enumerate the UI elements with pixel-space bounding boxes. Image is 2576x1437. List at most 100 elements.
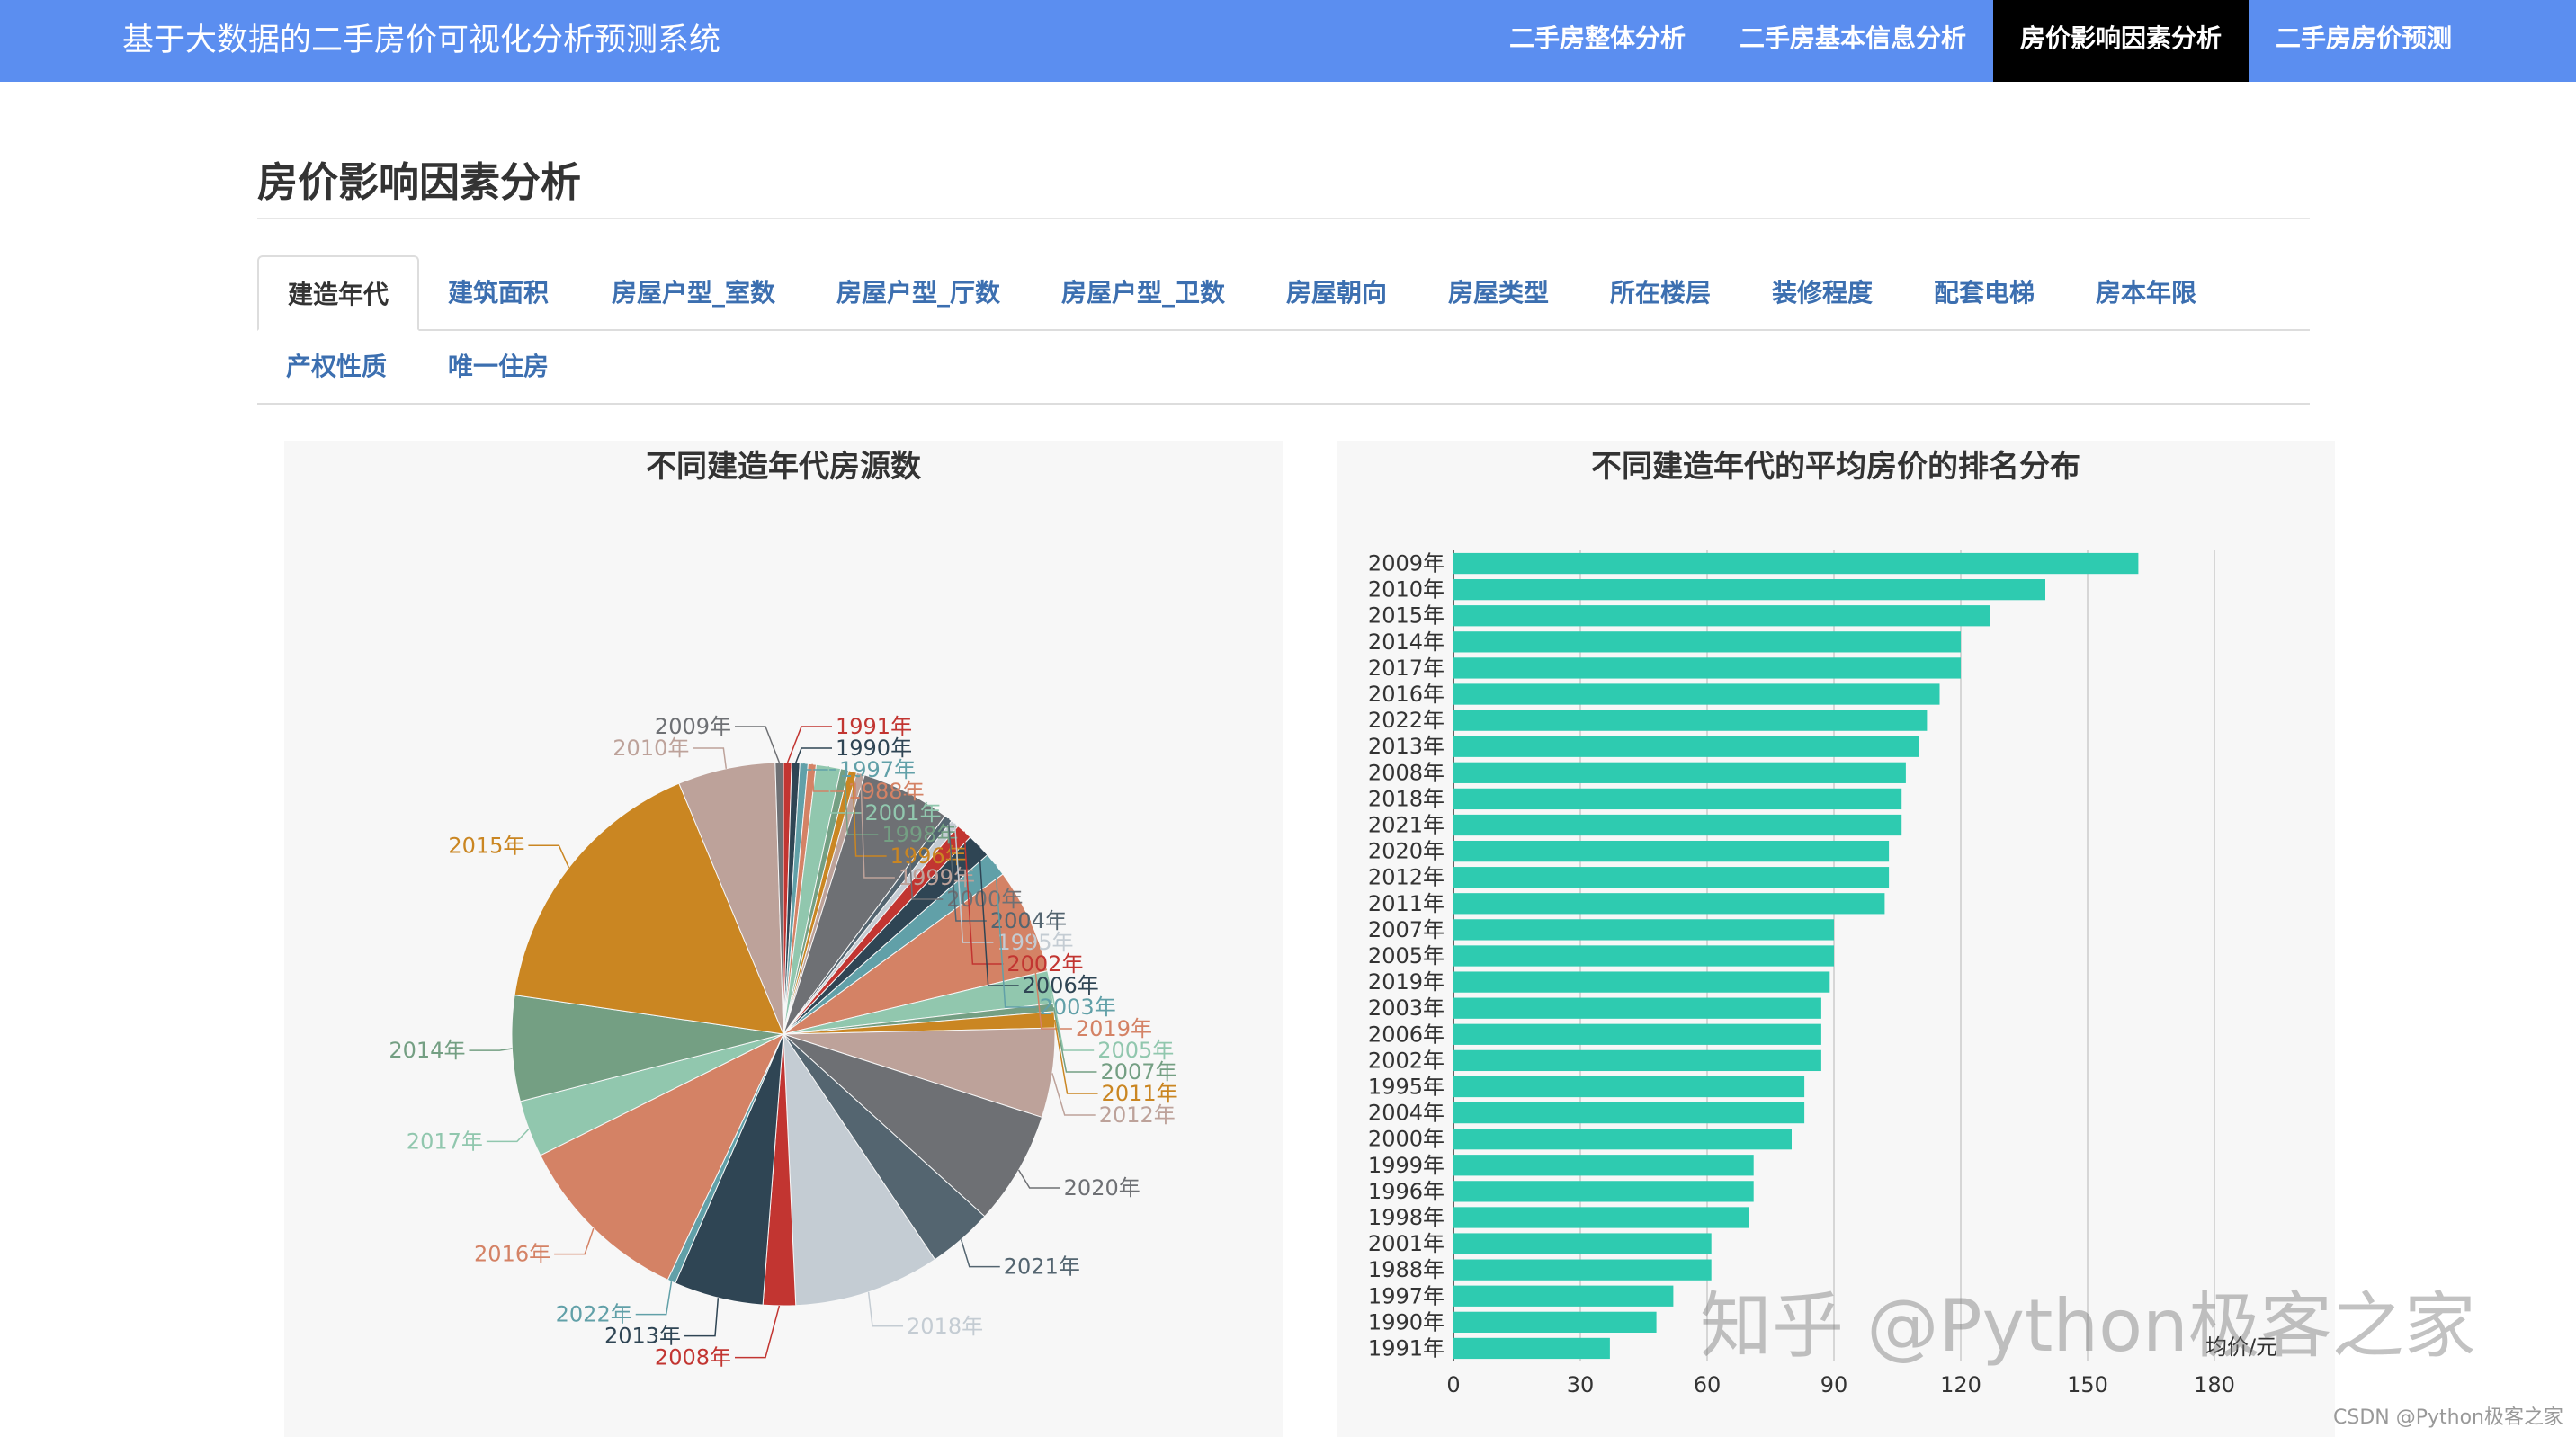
y-category-label: 1990年 (1368, 1309, 1445, 1334)
y-category-label: 2001年 (1368, 1231, 1445, 1256)
bar[interactable] (1453, 1207, 1749, 1228)
pie-chart-panel: 不同建造年代房源数 1991年 1990年 1997年 1988年 2001年 1998年… (284, 441, 1283, 1437)
bar[interactable] (1453, 1155, 1754, 1176)
y-category-label: 2022年 (1368, 708, 1445, 733)
bar[interactable] (1453, 683, 1940, 705)
bar[interactable] (1453, 1023, 1821, 1045)
y-category-label: 2020年 (1368, 839, 1445, 864)
nav-overall-analysis[interactable]: 二手房整体分析 (1482, 0, 1713, 82)
y-category-label: 1999年 (1368, 1153, 1445, 1178)
bar[interactable] (1453, 945, 1834, 967)
x-tick-label: 120 (1940, 1372, 1981, 1397)
pie-label: 2010年 (613, 736, 689, 761)
y-category-label: 1998年 (1368, 1205, 1445, 1230)
tab-deed-years[interactable]: 房本年限 (2067, 255, 2225, 331)
y-category-label: 2014年 (1368, 629, 1445, 655)
bar[interactable] (1453, 657, 1961, 679)
bar[interactable] (1453, 1311, 1657, 1333)
tab-decoration[interactable]: 装修程度 (1743, 255, 1901, 331)
bar[interactable] (1453, 1181, 1754, 1202)
y-category-label: 2005年 (1368, 943, 1445, 968)
pie-label-line (486, 1128, 530, 1143)
pie-chart[interactable]: 1991年1990年1997年1988年2001年1998年1996年1999年… (284, 441, 1283, 1437)
x-tick-label: 150 (2067, 1372, 2108, 1397)
tab-halls[interactable]: 房屋户型_厅数 (808, 255, 1029, 331)
pie-label-line (528, 844, 570, 869)
bar[interactable] (1453, 893, 1885, 915)
y-category-label: 2003年 (1368, 995, 1445, 1021)
bar[interactable] (1453, 762, 1906, 783)
pie-label: 2016年 (474, 1242, 550, 1267)
credit-text: CSDN @Python极客之家 (2333, 1406, 2563, 1429)
y-category-label: 2017年 (1368, 656, 1445, 681)
pie-label: 2008年 (655, 1345, 731, 1370)
bar[interactable] (1453, 997, 1821, 1019)
y-category-label: 2009年 (1368, 551, 1445, 576)
bar[interactable] (1453, 1129, 1792, 1150)
pie-label-line (960, 1239, 1000, 1268)
y-category-label: 1997年 (1368, 1283, 1445, 1308)
x-tick-label: 90 (1820, 1372, 1848, 1397)
tab-bathrooms[interactable]: 房屋户型_卫数 (1033, 255, 1254, 331)
y-category-label: 2015年 (1368, 603, 1445, 629)
y-category-label: 1988年 (1368, 1257, 1445, 1282)
bar[interactable] (1453, 736, 1919, 757)
tab-house-type[interactable]: 房屋类型 (1419, 255, 1578, 331)
bar[interactable] (1453, 1285, 1674, 1307)
bar[interactable] (1453, 710, 1928, 731)
y-category-label: 2006年 (1368, 1022, 1445, 1047)
nav-basic-info-analysis[interactable]: 二手房基本信息分析 (1713, 0, 1993, 82)
y-category-label: 1995年 (1368, 1074, 1445, 1099)
bar[interactable] (1453, 971, 1830, 993)
y-category-label: 2019年 (1368, 969, 1445, 995)
bar[interactable] (1453, 840, 1890, 862)
tab-property-rights[interactable]: 产权性质 (257, 329, 416, 405)
pie-label-line (786, 726, 832, 763)
y-category-label: 2011年 (1368, 891, 1445, 916)
tab-rooms[interactable]: 房屋户型_室数 (583, 255, 804, 331)
nav-price-factor-analysis[interactable]: 房价影响因素分析 (1992, 0, 2249, 82)
tab-row-1: 建造年代 建筑面积 房屋户型_室数 房屋户型_厅数 房屋户型_卫数 房屋朝向 房… (257, 255, 2310, 331)
tab-floor-level[interactable]: 所在楼层 (1581, 255, 1740, 331)
app-title[interactable]: 基于大数据的二手房价可视化分析预测系统 (122, 0, 720, 82)
bar[interactable] (1453, 1259, 1712, 1281)
bar[interactable] (1453, 552, 2139, 575)
pie-label-line (1017, 1169, 1060, 1189)
tab-build-year[interactable]: 建造年代 (257, 255, 420, 331)
bar[interactable] (1453, 631, 1961, 653)
x-tick-label: 30 (1567, 1372, 1595, 1397)
bar[interactable] (1453, 867, 1890, 888)
pie-label-line (635, 1281, 673, 1316)
page-title: 房价影响因素分析 (257, 158, 582, 206)
top-navbar: 基于大数据的二手房价可视化分析预测系统 二手房整体分析 二手房基本信息分析 房价… (0, 0, 2576, 82)
y-category-label: 2004年 (1368, 1101, 1445, 1126)
y-category-label: 2008年 (1368, 760, 1445, 785)
y-category-label: 2007年 (1368, 917, 1445, 942)
bar[interactable] (1453, 1102, 1805, 1124)
bar[interactable] (1453, 919, 1834, 941)
tab-orientation[interactable]: 房屋朝向 (1257, 255, 1416, 331)
bar[interactable] (1453, 1049, 1821, 1072)
y-category-label: 1996年 (1368, 1179, 1445, 1204)
bar[interactable] (1453, 1337, 1610, 1360)
bar[interactable] (1453, 788, 1902, 810)
pie-label-line (554, 1227, 595, 1255)
pie-label: 2021年 (1004, 1254, 1080, 1280)
y-category-label: 2013年 (1368, 734, 1445, 759)
bar[interactable] (1453, 814, 1902, 836)
factor-tabs: 建造年代 建筑面积 房屋户型_室数 房屋户型_厅数 房屋户型_卫数 房屋朝向 房… (257, 255, 2310, 403)
tab-only-home[interactable]: 唯一住房 (419, 329, 577, 405)
y-category-label: 2002年 (1368, 1048, 1445, 1073)
nav-price-prediction[interactable]: 二手房房价预测 (2249, 0, 2479, 82)
bar[interactable] (1453, 1076, 1805, 1098)
bar[interactable] (1453, 579, 2045, 601)
bar[interactable] (1453, 605, 1990, 627)
tab-elevator[interactable]: 配套电梯 (1905, 255, 2063, 331)
tab-floor-area[interactable]: 建筑面积 (419, 255, 577, 331)
pie-label: 2018年 (907, 1314, 983, 1339)
bar[interactable] (1453, 1233, 1712, 1254)
pie-label-line (735, 726, 781, 763)
pie-label-line (684, 1298, 720, 1337)
pie-label: 2017年 (407, 1129, 483, 1154)
title-divider (257, 218, 2310, 219)
